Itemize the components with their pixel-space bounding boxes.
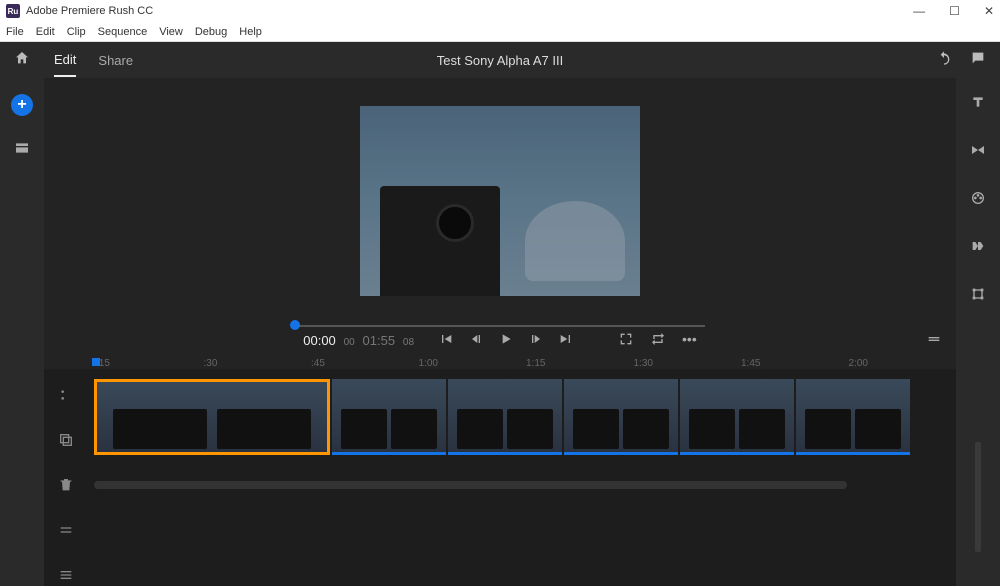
scissors-icon[interactable] <box>58 387 74 406</box>
timeline-clip[interactable] <box>448 379 562 455</box>
preview-frame <box>360 106 640 296</box>
menu-view[interactable]: View <box>159 26 183 38</box>
goto-end-icon[interactable] <box>558 331 574 350</box>
goto-start-icon[interactable] <box>438 331 454 350</box>
playback-controls: 00:00 00 01:55 08 ••• <box>44 331 956 350</box>
project-title: Test Sony Alpha A7 III <box>437 53 563 68</box>
scrub-track <box>295 325 705 327</box>
timeline-area <box>44 369 956 586</box>
step-forward-icon[interactable] <box>528 331 544 350</box>
left-sidebar: + <box>0 78 44 562</box>
horizontal-scrollbar[interactable] <box>94 481 847 489</box>
ruler-tick: 1:15 <box>526 358 634 369</box>
clip-thumbnail <box>805 409 851 449</box>
video-preview[interactable] <box>44 78 956 323</box>
ruler-tick: :45 <box>311 358 419 369</box>
menu-sequence[interactable]: Sequence <box>98 26 148 38</box>
timeline-tools <box>44 369 88 586</box>
timeline-clip[interactable] <box>94 379 330 455</box>
playhead-icon[interactable] <box>92 358 100 366</box>
timecode-current-frames: 00 <box>344 337 355 348</box>
timeline-clip[interactable] <box>332 379 446 455</box>
preview-camera-object <box>380 186 500 296</box>
timecode-current: 00:00 <box>303 333 336 348</box>
timecode: 00:00 00 01:55 08 <box>303 333 414 349</box>
project-panel-icon[interactable] <box>14 140 30 160</box>
clip-thumbnail <box>217 409 311 449</box>
app-icon: Ru <box>6 4 20 18</box>
fullscreen-icon[interactable] <box>618 331 634 350</box>
window-title: Adobe Premiere Rush CC <box>26 5 153 17</box>
timecode-duration-frames: 08 <box>403 337 414 348</box>
clip-thumbnail <box>391 409 437 449</box>
delete-icon[interactable] <box>58 477 74 496</box>
clip-thumbnail <box>113 409 207 449</box>
timeline-clip[interactable] <box>796 379 910 455</box>
tab-share[interactable]: Share <box>98 45 133 76</box>
clip-thumbnail <box>573 409 619 449</box>
transform-icon[interactable] <box>970 286 986 306</box>
menu-clip[interactable]: Clip <box>67 26 86 38</box>
comment-icon[interactable] <box>970 50 986 70</box>
timeline-clip[interactable] <box>564 379 678 455</box>
add-media-button[interactable]: + <box>11 94 33 116</box>
clip-thumbnail <box>341 409 387 449</box>
titles-icon[interactable] <box>970 94 986 114</box>
scrub-knob[interactable] <box>290 320 300 330</box>
menu-file[interactable]: File <box>6 26 24 38</box>
ruler-tick: 1:30 <box>634 358 742 369</box>
play-icon[interactable] <box>498 331 514 350</box>
center-panel: 00:00 00 01:55 08 ••• :15 :30 <box>44 78 956 562</box>
minimize-button[interactable]: — <box>913 4 925 18</box>
color-icon[interactable] <box>970 190 986 210</box>
clip-thumbnail <box>623 409 669 449</box>
loop-icon[interactable] <box>650 331 666 350</box>
close-button[interactable]: ✕ <box>984 4 994 18</box>
audio-meter <box>975 442 981 552</box>
duplicate-icon[interactable] <box>58 432 74 451</box>
timeline-track[interactable] <box>88 369 956 586</box>
step-back-icon[interactable] <box>468 331 484 350</box>
ruler-tick: 1:00 <box>419 358 527 369</box>
tab-edit[interactable]: Edit <box>54 44 76 77</box>
menu-edit[interactable]: Edit <box>36 26 55 38</box>
menu-debug[interactable]: Debug <box>195 26 227 38</box>
clip-thumbnail <box>739 409 785 449</box>
menu-help[interactable]: Help <box>239 26 262 38</box>
more-icon[interactable]: ••• <box>682 331 697 350</box>
app-toolbar: Edit Share Test Sony Alpha A7 III <box>0 42 1000 78</box>
right-sidebar <box>956 78 1000 562</box>
transitions-icon[interactable] <box>970 142 986 162</box>
clip-thumbnail <box>855 409 901 449</box>
timecode-duration: 01:55 <box>363 333 396 348</box>
undo-icon[interactable] <box>936 50 952 70</box>
clip-thumbnail <box>507 409 553 449</box>
ruler-tick: 2:00 <box>849 358 957 369</box>
window-titlebar: Ru Adobe Premiere Rush CC — ☐ ✕ <box>0 0 1000 22</box>
speed-icon[interactable] <box>970 238 986 258</box>
home-icon[interactable] <box>14 50 30 70</box>
menubar: File Edit Clip Sequence View Debug Help <box>0 22 1000 42</box>
timeline-clip[interactable] <box>680 379 794 455</box>
clip-row <box>94 379 950 455</box>
timeline-ruler[interactable]: :15 :30 :45 1:00 1:15 1:30 1:45 2:00 <box>44 358 956 369</box>
preview-background-object <box>525 201 625 281</box>
maximize-button[interactable]: ☐ <box>949 4 960 18</box>
ruler-tick: :30 <box>204 358 312 369</box>
clip-thumbnail <box>457 409 503 449</box>
track-collapse-icon[interactable] <box>58 522 74 541</box>
preview-camera-lens <box>436 204 474 242</box>
track-expand-icon[interactable] <box>58 567 74 586</box>
clip-thumbnail <box>689 409 735 449</box>
ruler-tick: 1:45 <box>741 358 849 369</box>
timeline-options-icon[interactable] <box>926 331 942 350</box>
ruler-tick: :15 <box>96 358 204 369</box>
